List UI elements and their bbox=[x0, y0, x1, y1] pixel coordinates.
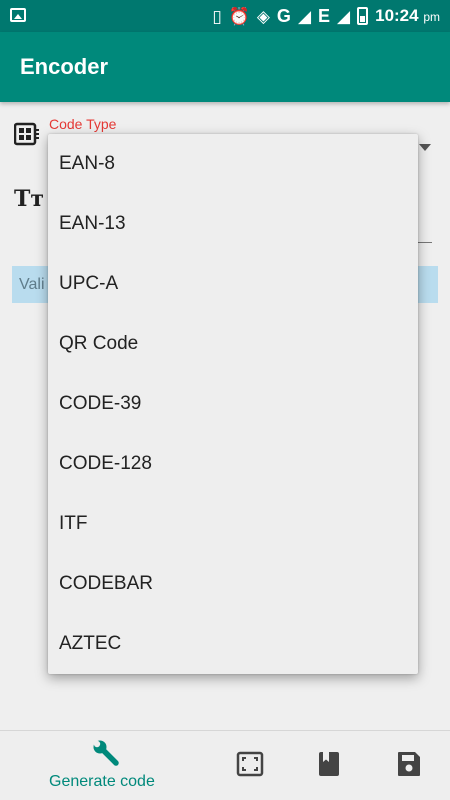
dropdown-option-itf[interactable]: ITF bbox=[48, 494, 418, 554]
bottom-nav-bar: Generate code bbox=[0, 730, 450, 800]
text-format-icon: Tт bbox=[14, 186, 45, 212]
generate-code-label: Generate code bbox=[49, 773, 155, 790]
image-icon bbox=[10, 8, 26, 22]
battery-icon bbox=[357, 7, 369, 25]
dropdown-option-aztec[interactable]: AZTEC bbox=[48, 614, 418, 674]
spinner-arrow-icon[interactable] bbox=[419, 144, 431, 151]
signal-icon-2: ◢ bbox=[337, 6, 351, 26]
vibrate-icon: ▯ bbox=[212, 6, 222, 26]
app-bar: Encoder bbox=[0, 32, 450, 102]
app-title: Encoder bbox=[20, 54, 109, 79]
dropdown-option-code-39[interactable]: CODE-39 bbox=[48, 374, 418, 434]
status-time: 10:24 pm bbox=[375, 6, 440, 26]
status-time-value: 10:24 bbox=[375, 6, 419, 25]
wrench-icon bbox=[93, 740, 119, 766]
code-type-label: Code Type bbox=[49, 116, 117, 132]
status-icons: ▯ ⏰ ◈ G ◢ E ◢ 10:24 pm bbox=[212, 0, 450, 32]
book-icon[interactable] bbox=[318, 751, 340, 777]
signal-icon: ◢ bbox=[297, 6, 312, 26]
dropdown-option-codebar[interactable]: CODEBAR bbox=[48, 554, 418, 614]
code-type-dropdown: EAN-8 EAN-13 UPC-A QR Code CODE-39 CODE-… bbox=[48, 134, 418, 674]
network-type-label-2: E bbox=[318, 5, 331, 26]
fullscreen-icon[interactable] bbox=[236, 751, 264, 777]
dropdown-option-qr-code[interactable]: QR Code bbox=[48, 314, 418, 374]
barcode-type-icon bbox=[14, 122, 39, 146]
alarm-icon: ⏰ bbox=[228, 6, 250, 26]
dropdown-option-upc-a[interactable]: UPC-A bbox=[48, 254, 418, 314]
dropdown-option-code-128[interactable]: CODE-128 bbox=[48, 434, 418, 494]
dropdown-option-ean-8[interactable]: EAN-8 bbox=[48, 134, 418, 194]
validation-text: Vali bbox=[19, 276, 45, 293]
wifi-icon: ◈ bbox=[256, 6, 270, 26]
save-icon[interactable] bbox=[397, 751, 421, 777]
dropdown-option-ean-13[interactable]: EAN-13 bbox=[48, 194, 418, 254]
network-type-label: G bbox=[276, 5, 291, 26]
status-bar: ▯ ⏰ ◈ G ◢ E ◢ 10:24 pm bbox=[0, 0, 450, 32]
status-time-ampm: pm bbox=[423, 10, 440, 24]
generate-code-button[interactable]: Generate code bbox=[48, 731, 164, 800]
